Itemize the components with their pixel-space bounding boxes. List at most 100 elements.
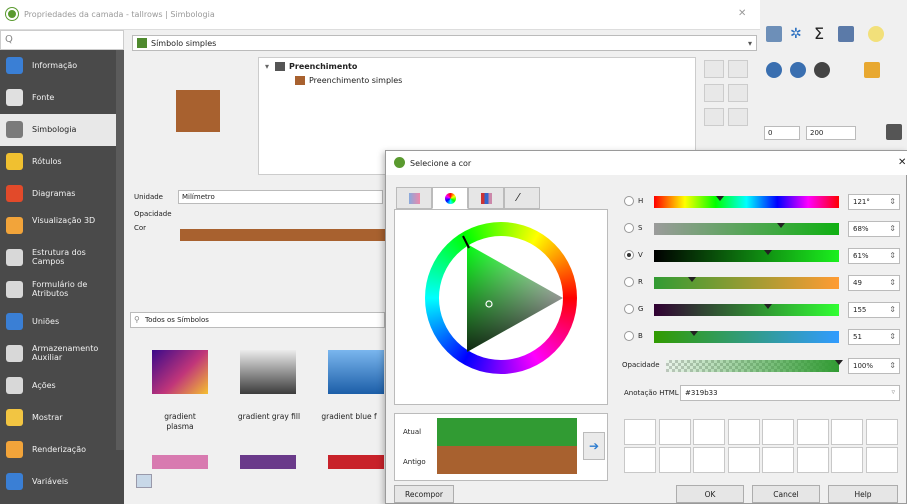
zoom-selection-icon[interactable]	[790, 62, 806, 78]
color-swatch-cell[interactable]	[693, 447, 725, 473]
grid-view-icon[interactable]	[136, 474, 152, 488]
sidebar-item[interactable]: Informação	[0, 50, 124, 82]
opacity-spin[interactable]: 100%	[848, 358, 900, 374]
color-swatch-cell[interactable]	[796, 447, 829, 473]
pan-icon[interactable]	[814, 62, 830, 78]
channel-spin[interactable]: 121°	[848, 194, 900, 210]
tab-color-square[interactable]	[396, 187, 432, 209]
sidebar-item[interactable]: Variáveis	[0, 466, 124, 498]
gradient-blue-swatch[interactable]	[328, 350, 384, 394]
color-swatch-cell[interactable]	[831, 447, 863, 473]
sidebar-item[interactable]: Renderização	[0, 434, 124, 466]
tab-eyedropper[interactable]: ⁄	[504, 187, 540, 209]
gradient-plasma-swatch[interactable]	[152, 350, 208, 394]
color-swatch-cell[interactable]	[624, 447, 656, 473]
gradient-gray-swatch[interactable]	[240, 350, 296, 394]
tree-node-simple-fill[interactable]: Preenchimento simples	[295, 76, 402, 85]
symbol-library-search[interactable]: ⚲ Todos os Símbolos	[130, 312, 385, 328]
sidebar-item[interactable]: Estrutura dos Campos	[0, 242, 124, 274]
close-icon[interactable]: ✕	[898, 157, 906, 168]
layer-icon[interactable]	[886, 124, 902, 140]
channel-radio[interactable]	[624, 196, 634, 206]
unit-select[interactable]: Milímetro	[178, 190, 383, 204]
html-notation-input[interactable]: #319b33 ▿	[680, 385, 900, 401]
spin-box-1[interactable]: 0	[764, 126, 800, 140]
color-swatch-cell[interactable]	[658, 447, 691, 473]
tips-icon[interactable]	[868, 26, 884, 42]
sidebar-item[interactable]: Mostrar	[0, 402, 124, 434]
sidebar-item[interactable]: Formulário de Atributos	[0, 274, 124, 306]
remove-layer-button[interactable]	[728, 60, 748, 78]
ok-button[interactable]: OK	[676, 485, 744, 503]
slider-marker	[835, 360, 843, 365]
sidebar-item[interactable]: Visualização 3D	[0, 210, 124, 242]
table-icon[interactable]	[766, 26, 782, 42]
sidebar-item[interactable]: Fonte	[0, 82, 124, 114]
channel-slider[interactable]	[654, 250, 839, 262]
channel-radio[interactable]	[624, 250, 634, 260]
channel-radio[interactable]	[624, 223, 634, 233]
sidebar-item[interactable]: Rótulos	[0, 146, 124, 178]
lock-layer-button[interactable]	[704, 84, 724, 102]
color-swatch-cell[interactable]	[727, 419, 760, 445]
color-swatch-cell[interactable]	[658, 419, 691, 445]
channel-spin[interactable]: 68%	[848, 221, 900, 237]
old-color-swatch[interactable]	[437, 446, 577, 474]
close-icon[interactable]: ✕	[738, 8, 746, 19]
color-swatch-cell[interactable]	[693, 419, 725, 445]
color-swatch-cell[interactable]	[762, 419, 794, 445]
channel-spin[interactable]: 49	[848, 275, 900, 291]
tab-swatches[interactable]	[468, 187, 504, 209]
channel-radio[interactable]	[624, 304, 634, 314]
color-swatch-cell[interactable]	[796, 419, 829, 445]
symbol-type-select[interactable]: Símbolo simples ▾	[132, 35, 757, 51]
channel-slider[interactable]	[654, 223, 839, 235]
sum-icon[interactable]: Σ	[814, 24, 830, 43]
duplicate-layer-button[interactable]	[728, 84, 748, 102]
saturation-triangle[interactable]	[425, 222, 577, 374]
library-swatch[interactable]	[152, 455, 208, 469]
identify-icon[interactable]	[864, 62, 880, 78]
color-swatch-cell[interactable]	[762, 447, 794, 473]
sidebar-item[interactable]: Ações	[0, 370, 124, 402]
move-down-button[interactable]	[728, 108, 748, 126]
color-wheel-panel[interactable]	[394, 209, 608, 405]
cancel-button[interactable]: Cancel	[752, 485, 820, 503]
sidebar-search-input[interactable]: Q	[0, 30, 124, 50]
channel-slider[interactable]	[654, 304, 839, 316]
sidebar-item[interactable]: Diagramas	[0, 178, 124, 210]
channel-slider[interactable]	[654, 331, 839, 343]
channel-slider[interactable]	[654, 196, 839, 208]
zoom-layer-icon[interactable]	[766, 62, 782, 78]
help-button[interactable]: Help	[828, 485, 898, 503]
sidebar-item[interactable]: Simbologia	[0, 114, 124, 146]
spin-box-2[interactable]: 200	[806, 126, 856, 140]
opacity-slider[interactable]	[666, 360, 843, 372]
gear-icon[interactable]: ✲	[790, 26, 806, 42]
color-swatch-cell[interactable]	[727, 447, 760, 473]
arrow-right-icon[interactable]: ➔	[583, 432, 605, 460]
sidebar-item[interactable]: Uniões	[0, 306, 124, 338]
channel-radio[interactable]	[624, 277, 634, 287]
tree-node-fill[interactable]: ▾ Preenchimento	[265, 62, 357, 71]
add-layer-button[interactable]	[704, 60, 724, 78]
stats-icon[interactable]	[838, 26, 854, 42]
library-swatch[interactable]	[328, 455, 384, 469]
color-swatch-cell[interactable]	[865, 447, 898, 473]
move-up-button[interactable]	[704, 108, 724, 126]
channel-spin[interactable]: 61%	[848, 248, 900, 264]
channel-spin[interactable]: 155	[848, 302, 900, 318]
tab-color-wheel[interactable]	[432, 187, 468, 209]
sidebar-item[interactable]: Armazenamento Auxiliar	[0, 338, 124, 370]
color-swatch-cell[interactable]	[624, 419, 656, 445]
sidebar-scrollbar[interactable]	[116, 50, 124, 450]
channel-slider[interactable]	[654, 277, 839, 289]
channel-spin[interactable]: 51	[848, 329, 900, 345]
reset-button[interactable]: Recompor	[394, 485, 454, 503]
color-swatch-cell[interactable]	[865, 419, 898, 445]
library-item-label: gradient gray fill	[237, 412, 301, 421]
color-swatch-cell[interactable]	[831, 419, 863, 445]
channel-radio[interactable]	[624, 331, 634, 341]
library-swatch[interactable]	[240, 455, 296, 469]
color-button[interactable]	[180, 229, 385, 241]
